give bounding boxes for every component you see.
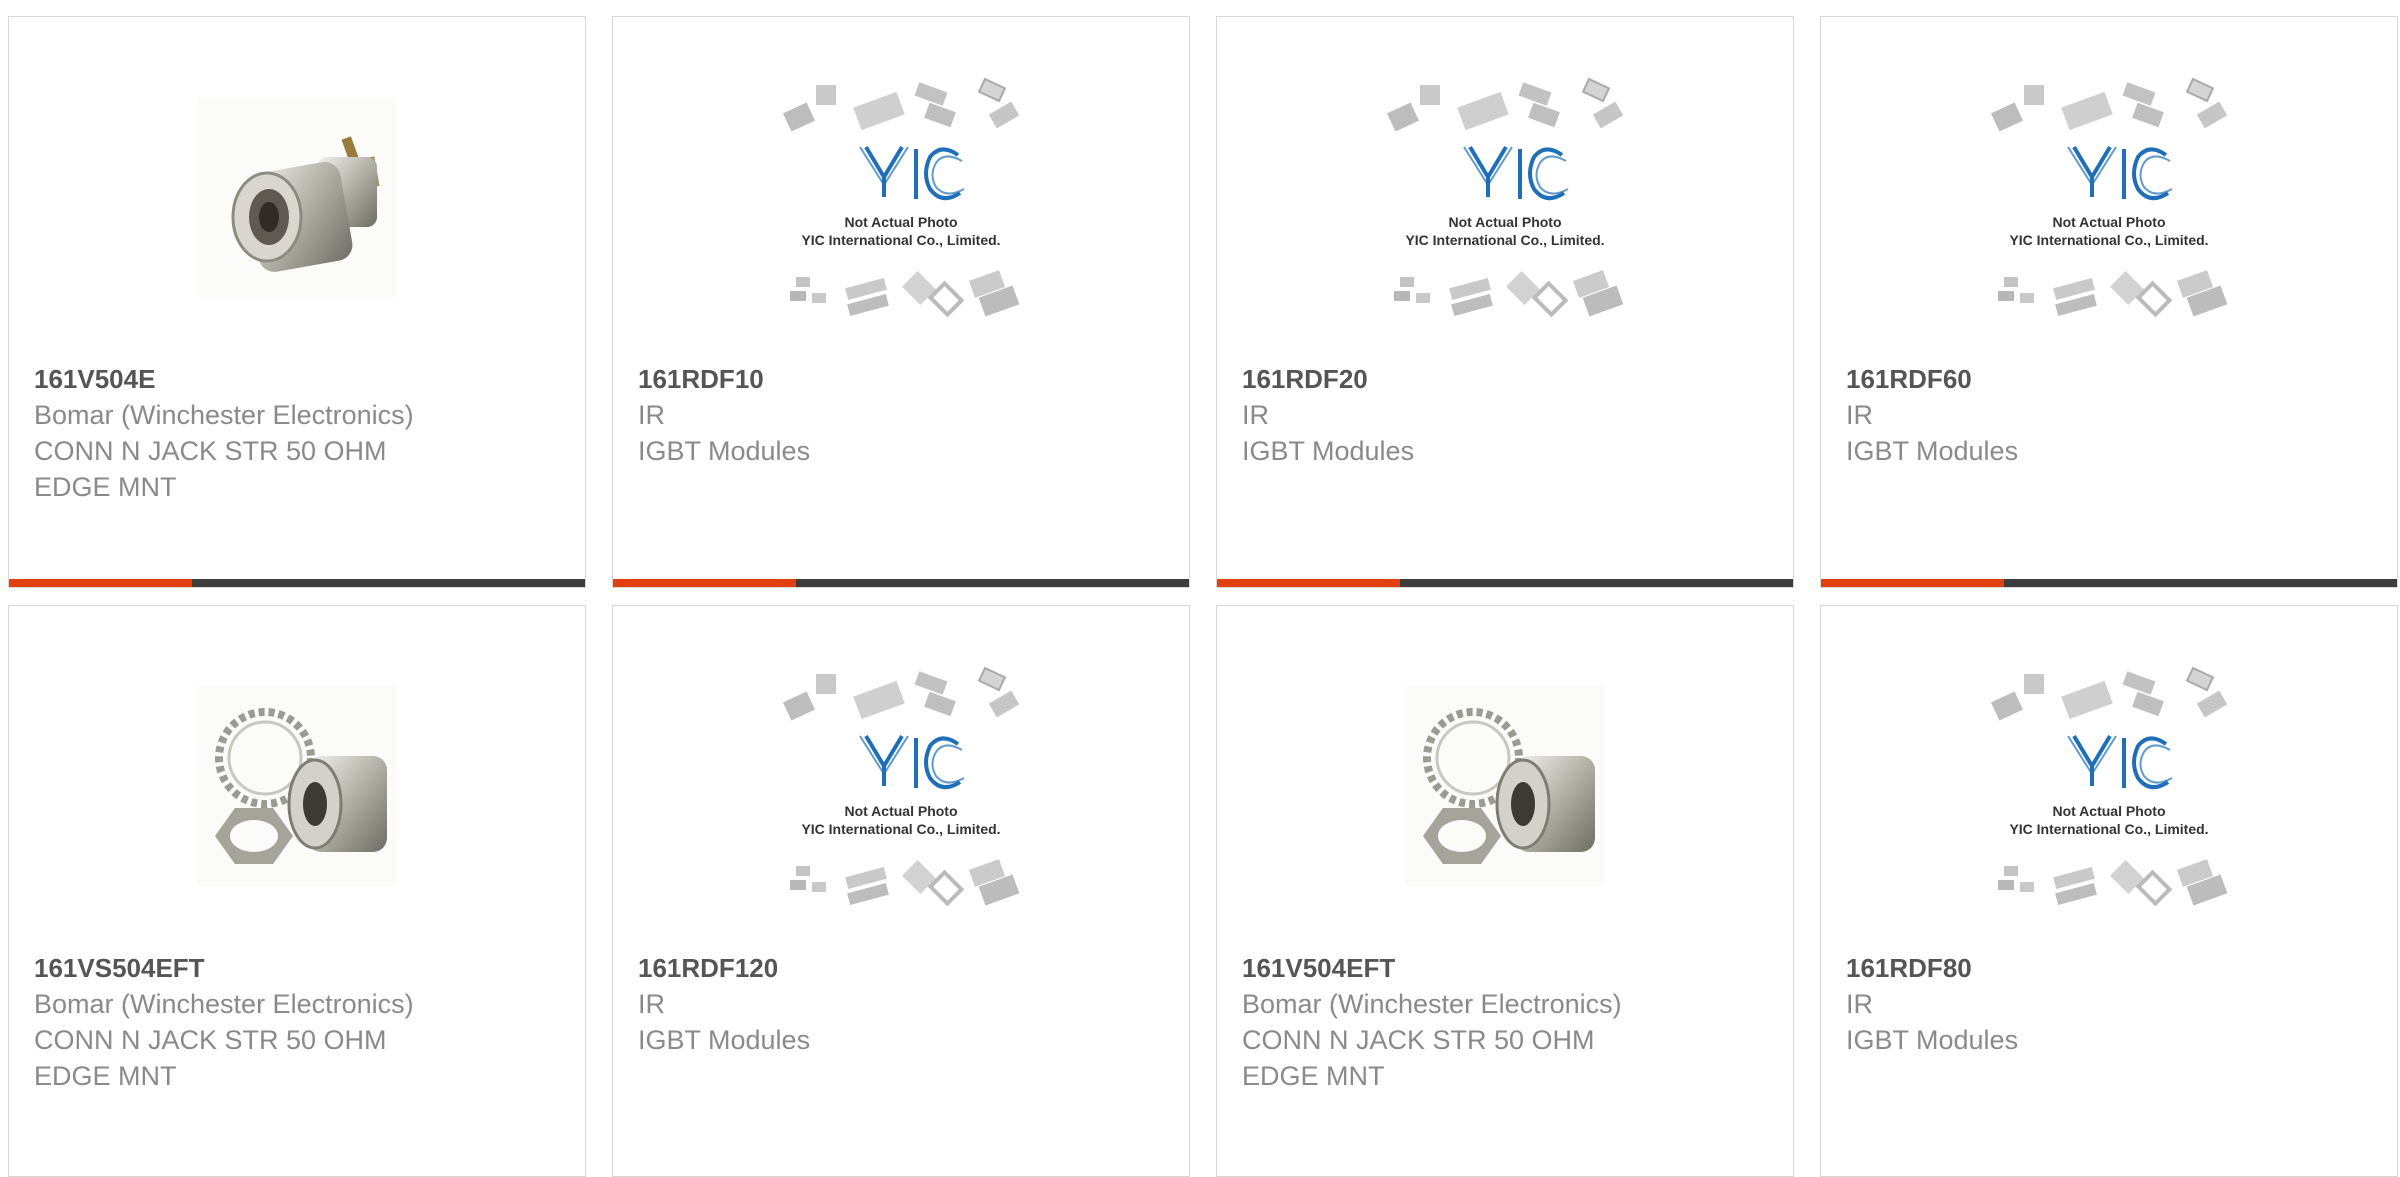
product-card-161RDF20[interactable]: Not Actual Photo YIC International Co., … — [1216, 16, 1794, 588]
product-card-161RDF60[interactable]: Not Actual Photo YIC International Co., … — [1820, 16, 2398, 588]
product-card-161RDF120[interactable]: Not Actual Photo YIC International Co., … — [612, 605, 1190, 1177]
product-card-161RDF10[interactable]: Not Actual Photo YIC International Co., … — [612, 16, 1190, 588]
product-thumbnail: Not Actual Photo YIC International Co., … — [1217, 77, 1793, 317]
placeholder-line-2: YIC International Co., Limited. — [1405, 232, 1604, 248]
card-bar-accent — [613, 579, 796, 587]
product-thumbnail: Not Actual Photo YIC International Co., … — [613, 666, 1189, 906]
card-bar — [613, 579, 1189, 587]
manufacturer: Bomar (Winchester Electronics) — [34, 989, 414, 1019]
product-thumbnail: Not Actual Photo YIC International Co., … — [1821, 666, 2397, 906]
product-thumbnail — [1217, 666, 1793, 906]
manufacturer: IR — [1846, 400, 1873, 430]
part-number[interactable]: 161RDF80 — [1846, 950, 2377, 986]
description-continued: EDGE MNT — [1242, 1061, 1385, 1091]
description-continued: EDGE MNT — [34, 472, 177, 502]
description: IGBT Modules — [638, 1025, 811, 1055]
placeholder-photo-icon: Not Actual Photo YIC International Co., … — [1988, 77, 2230, 317]
part-number[interactable]: 161V504E — [34, 361, 565, 397]
placeholder-line-1: Not Actual Photo — [1448, 214, 1561, 230]
description: IGBT Modules — [1242, 436, 1415, 466]
placeholder-photo-icon: Not Actual Photo YIC International Co., … — [780, 77, 1022, 317]
card-bar — [1217, 579, 1793, 587]
manufacturer: IR — [1242, 400, 1269, 430]
description: CONN N JACK STR 50 OHM — [1242, 1025, 1595, 1055]
product-grid: 161V504E Bomar (Winchester Electronics) … — [0, 0, 2400, 1177]
part-number[interactable]: 161V504EFT — [1242, 950, 1773, 986]
card-bar-accent — [9, 579, 192, 587]
product-card-161V504EFT[interactable]: 161V504EFT Bomar (Winchester Electronics… — [1216, 605, 1794, 1177]
part-number[interactable]: 161RDF120 — [638, 950, 1169, 986]
placeholder-line-2: YIC International Co., Limited. — [2009, 821, 2208, 837]
product-card-161V504E[interactable]: 161V504E Bomar (Winchester Electronics) … — [8, 16, 586, 588]
part-number[interactable]: 161RDF60 — [1846, 361, 2377, 397]
placeholder-photo-icon: Not Actual Photo YIC International Co., … — [780, 666, 1022, 906]
product-card-161RDF80[interactable]: Not Actual Photo YIC International Co., … — [1820, 605, 2398, 1177]
connector-kit-icon — [1405, 686, 1605, 886]
placeholder-photo-icon: Not Actual Photo YIC International Co., … — [1384, 77, 1626, 317]
product-thumbnail — [9, 77, 585, 317]
manufacturer: IR — [638, 400, 665, 430]
manufacturer: Bomar (Winchester Electronics) — [34, 400, 414, 430]
placeholder-line-2: YIC International Co., Limited. — [801, 232, 1000, 248]
description: CONN N JACK STR 50 OHM — [34, 436, 387, 466]
description: IGBT Modules — [638, 436, 811, 466]
manufacturer: IR — [1846, 989, 1873, 1019]
connector-jack-icon — [197, 97, 397, 297]
placeholder-photo-icon: Not Actual Photo YIC International Co., … — [1988, 666, 2230, 906]
card-bar-accent — [1217, 579, 1400, 587]
placeholder-line-1: Not Actual Photo — [844, 803, 957, 819]
part-number[interactable]: 161RDF20 — [1242, 361, 1773, 397]
product-card-161VS504EFT[interactable]: 161VS504EFT Bomar (Winchester Electronic… — [8, 605, 586, 1177]
product-thumbnail: Not Actual Photo YIC International Co., … — [613, 77, 1189, 317]
placeholder-line-2: YIC International Co., Limited. — [801, 821, 1000, 837]
description-continued: EDGE MNT — [34, 1061, 177, 1091]
card-bar — [9, 579, 585, 587]
description: CONN N JACK STR 50 OHM — [34, 1025, 387, 1055]
card-bar — [1821, 579, 2397, 587]
card-bar-accent — [1821, 579, 2004, 587]
placeholder-line-2: YIC International Co., Limited. — [2009, 232, 2208, 248]
placeholder-line-1: Not Actual Photo — [2052, 803, 2165, 819]
description: IGBT Modules — [1846, 1025, 2019, 1055]
placeholder-line-1: Not Actual Photo — [844, 214, 957, 230]
product-thumbnail — [9, 666, 585, 906]
description: IGBT Modules — [1846, 436, 2019, 466]
product-thumbnail: Not Actual Photo YIC International Co., … — [1821, 77, 2397, 317]
manufacturer: Bomar (Winchester Electronics) — [1242, 989, 1622, 1019]
placeholder-line-1: Not Actual Photo — [2052, 214, 2165, 230]
manufacturer: IR — [638, 989, 665, 1019]
connector-kit-icon — [197, 686, 397, 886]
part-number[interactable]: 161RDF10 — [638, 361, 1169, 397]
part-number[interactable]: 161VS504EFT — [34, 950, 565, 986]
